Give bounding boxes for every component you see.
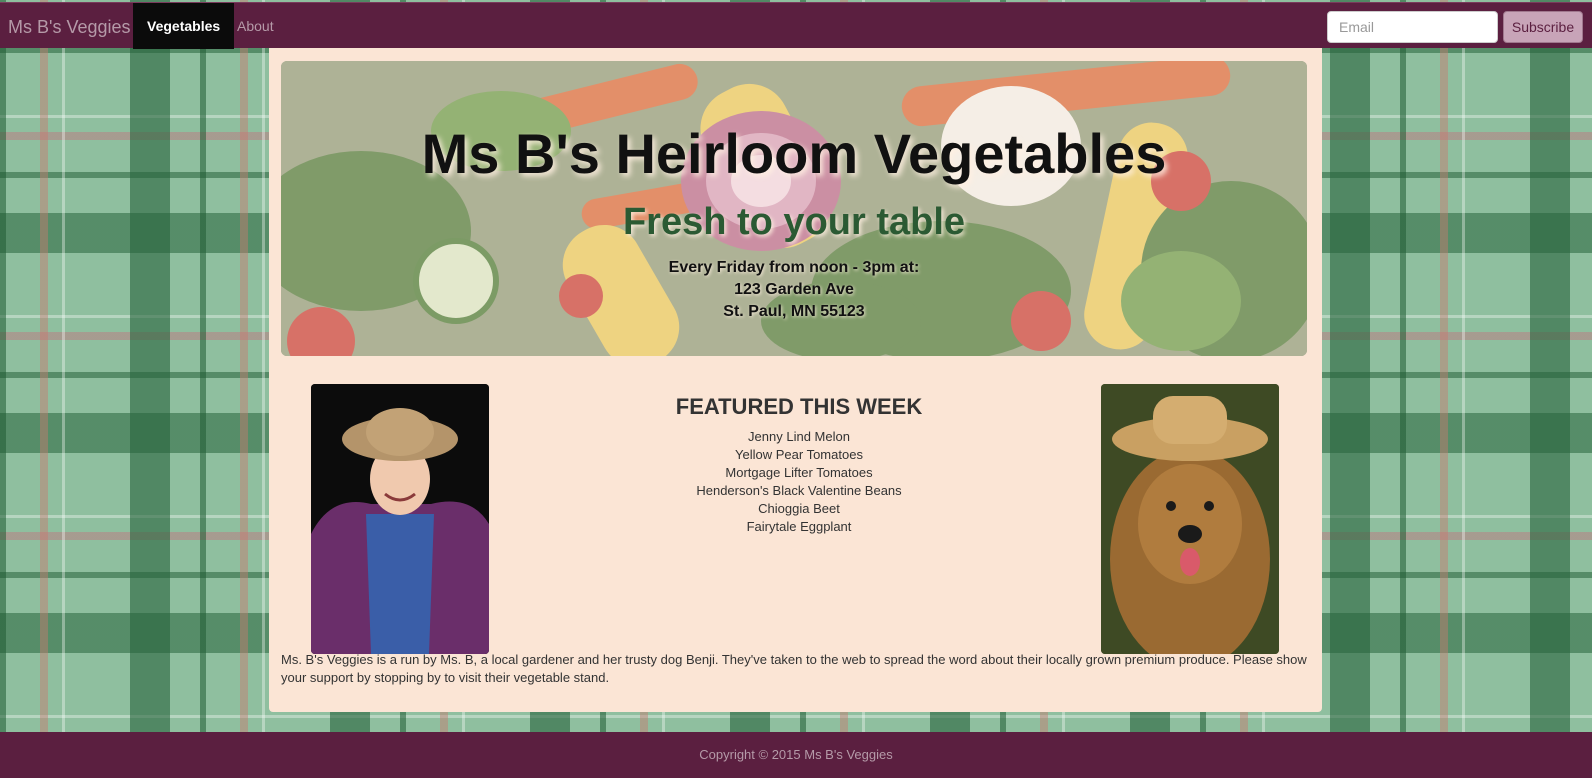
- subscribe-button[interactable]: Subscribe: [1503, 11, 1583, 43]
- benji-photo: [1101, 384, 1279, 654]
- nav-link-about[interactable]: About: [223, 3, 288, 49]
- featured-item: Yellow Pear Tomatoes: [735, 447, 863, 462]
- featured-item: Mortgage Lifter Tomatoes: [725, 465, 873, 480]
- main-container: Ms B's Heirloom Vegetables Fresh to your…: [269, 48, 1322, 712]
- about-text: Ms. B's Veggies is a run by Ms. B, a loc…: [281, 652, 1307, 685]
- featured-item: Jenny Lind Melon: [748, 429, 850, 444]
- nav-link-vegetables[interactable]: Vegetables: [133, 3, 235, 49]
- hero-title: Ms B's Heirloom Vegetables: [421, 122, 1167, 185]
- copyright-text: Copyright © 2015 Ms B's Veggies: [699, 747, 893, 762]
- featured-item: Chioggia Beet: [758, 501, 840, 516]
- email-input[interactable]: [1327, 11, 1498, 43]
- dog-in-hat-image: [1101, 384, 1279, 654]
- address-line-2: St. Paul, MN 55123: [723, 303, 865, 320]
- schedule-text: Every Friday from noon - 3pm at:: [668, 259, 920, 276]
- hero-schedule-info: Every Friday from noon - 3pm at: 123 Gar…: [281, 257, 1307, 323]
- address-line-1: 123 Garden Ave: [734, 281, 854, 298]
- woman-in-hat-image: [311, 384, 489, 654]
- footer: Copyright © 2015 Ms B's Veggies: [0, 732, 1592, 778]
- brand-link[interactable]: Ms B's Veggies: [8, 17, 131, 38]
- ms-b-photo: [311, 384, 489, 654]
- hero-banner: Ms B's Heirloom Vegetables Fresh to your…: [281, 61, 1307, 356]
- featured-item: Henderson's Black Valentine Beans: [696, 483, 902, 498]
- top-navbar: Ms B's Veggies Vegetables About Subscrib…: [0, 2, 1592, 49]
- featured-title: FEATURED THIS WEEK: [675, 394, 923, 419]
- featured-section: FEATURED THIS WEEK Jenny Lind Melon Yell…: [499, 394, 1099, 536]
- hero-subtitle: Fresh to your table: [622, 201, 966, 243]
- featured-item: Fairytale Eggplant: [746, 519, 852, 534]
